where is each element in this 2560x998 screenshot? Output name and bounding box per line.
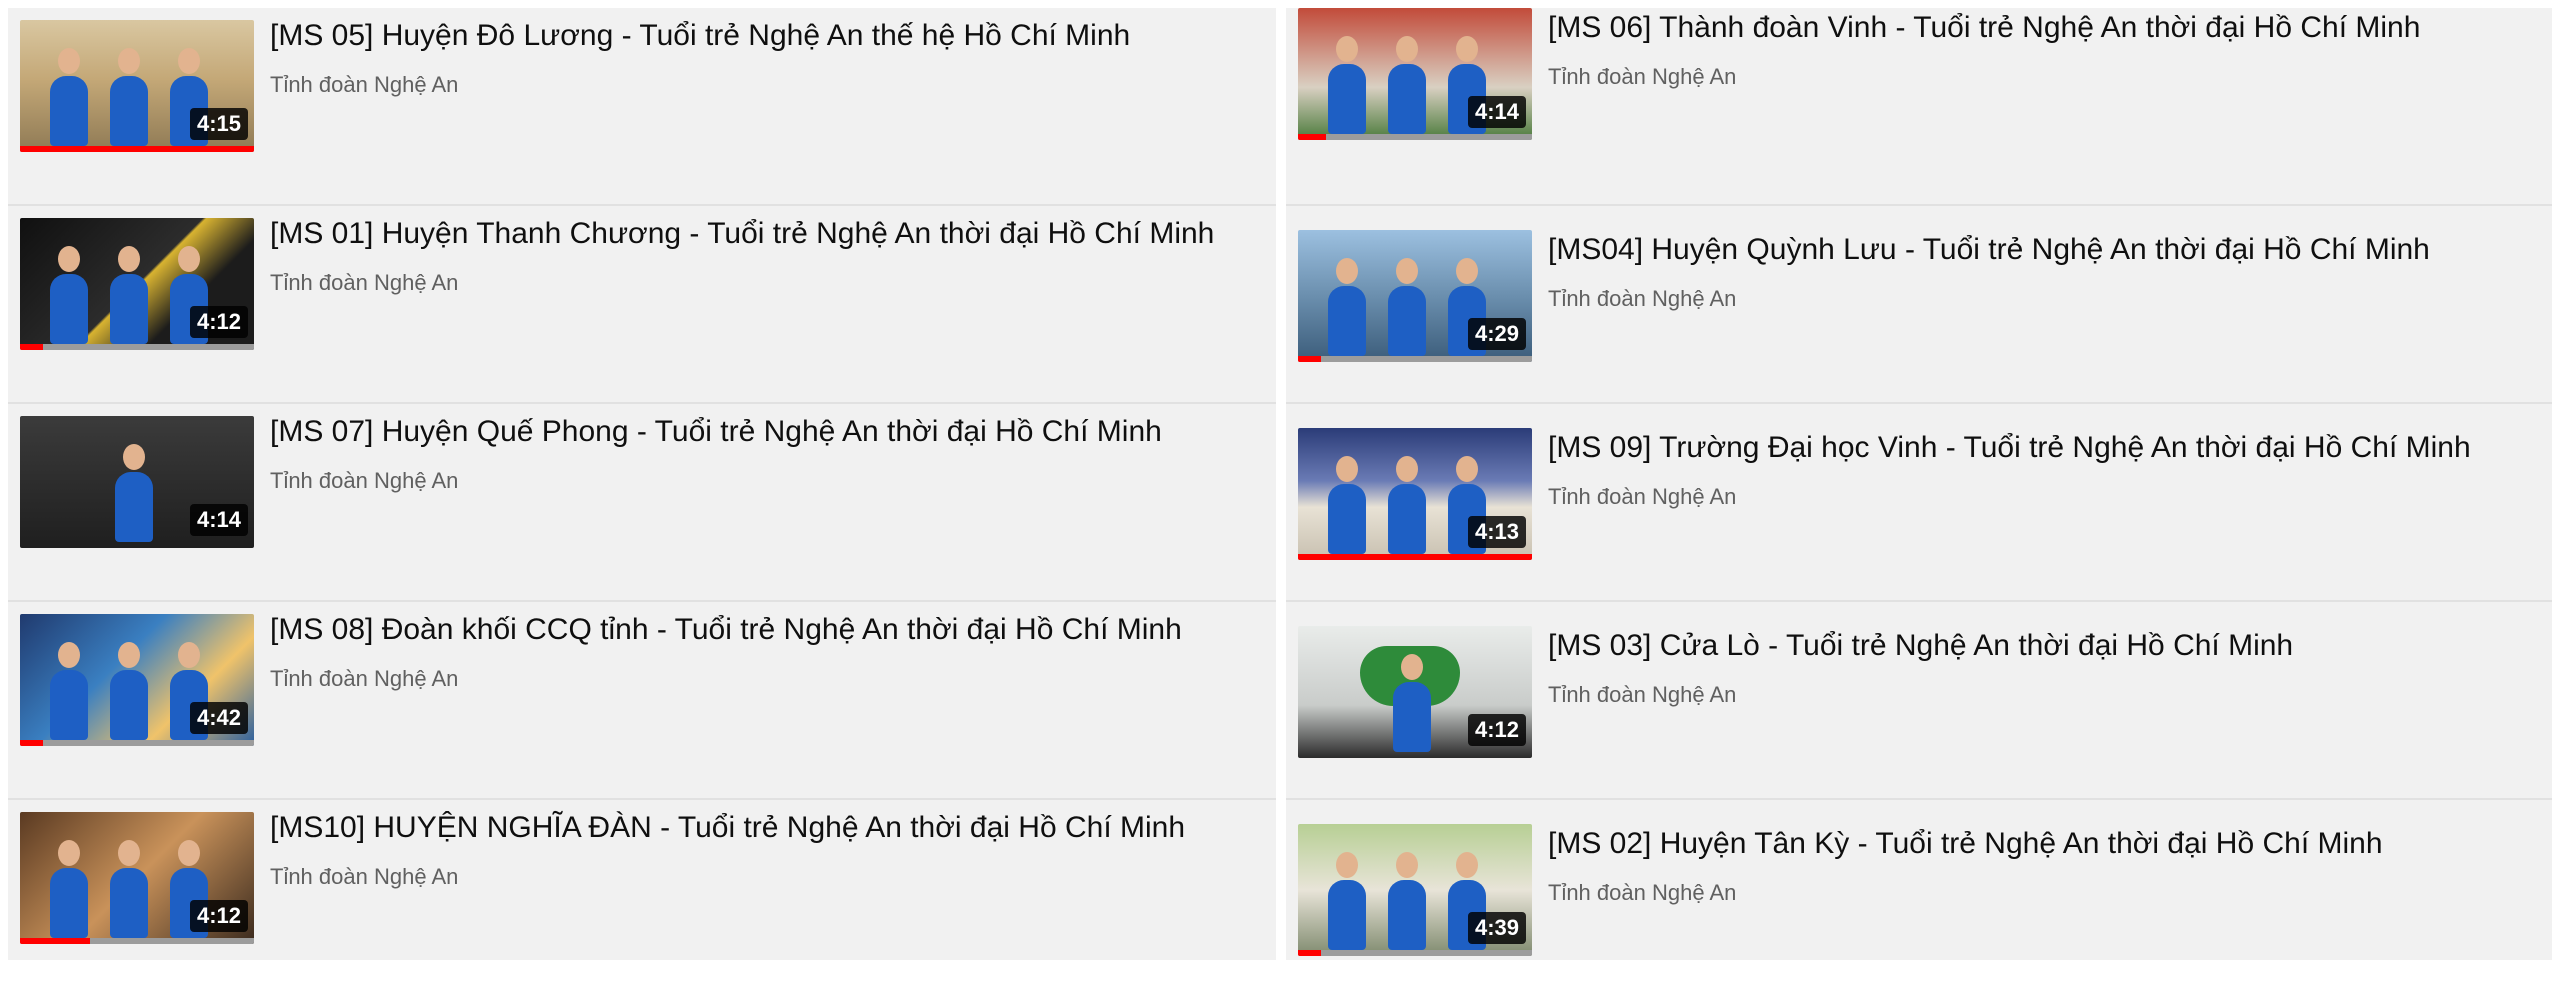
thumbnail-figure — [1388, 36, 1426, 134]
thumbnail-figure — [1393, 654, 1431, 752]
video-title[interactable]: [MS04] Huyện Quỳnh Lưu - Tuổi trẻ Nghệ A… — [1548, 230, 2540, 270]
video-title[interactable]: [MS 08] Đoàn khối CCQ tỉnh - Tuổi trẻ Ng… — [270, 610, 1264, 650]
channel-name[interactable]: Tỉnh đoàn Nghệ An — [1548, 286, 2540, 312]
watch-progress-fill — [20, 146, 254, 152]
video-meta: [MS 03] Cửa Lò - Tuổi trẻ Nghệ An thời đ… — [1548, 626, 2540, 708]
channel-name[interactable]: Tỉnh đoàn Nghệ An — [270, 864, 1264, 890]
watch-progress-bar — [20, 938, 254, 944]
watch-progress-bar — [20, 344, 254, 350]
thumbnail-figure — [1328, 36, 1366, 134]
video-duration: 4:13 — [1467, 516, 1526, 548]
video-duration: 4:14 — [189, 504, 248, 536]
video-duration: 4:14 — [1467, 96, 1526, 128]
watch-progress-fill — [20, 938, 91, 944]
video-thumbnail[interactable]: 4:12 — [20, 218, 254, 350]
video-title[interactable]: [MS 09] Trường Đại học Vinh - Tuổi trẻ N… — [1548, 428, 2540, 468]
video-item[interactable]: 4:42 [MS 08] Đoàn khối CCQ tỉnh - Tuổi tr… — [8, 602, 1276, 800]
video-meta: [MS 01] Huyện Thanh Chương - Tuổi trẻ Ng… — [270, 214, 1264, 296]
thumbnail-figure — [115, 444, 153, 542]
watch-progress-bar — [1298, 356, 1532, 362]
video-thumbnail[interactable]: 4:12 — [20, 812, 254, 944]
video-duration: 4:12 — [189, 306, 248, 338]
thumbnail-figure — [110, 642, 148, 740]
watch-progress-fill — [1298, 554, 1532, 560]
thumbnail-figure — [50, 642, 88, 740]
video-meta: [MS 09] Trường Đại học Vinh - Tuổi trẻ N… — [1548, 428, 2540, 510]
video-duration: 4:29 — [1467, 318, 1526, 350]
channel-name[interactable]: Tỉnh đoàn Nghệ An — [1548, 682, 2540, 708]
video-title[interactable]: [MS 06] Thành đoàn Vinh - Tuổi trẻ Nghệ … — [1548, 8, 2540, 48]
thumbnail-figure — [110, 246, 148, 344]
thumbnail-figure — [1328, 258, 1366, 356]
video-meta: [MS04] Huyện Quỳnh Lưu - Tuổi trẻ Nghệ A… — [1548, 230, 2540, 312]
video-duration: 4:42 — [189, 702, 248, 734]
thumbnail-figure — [110, 48, 148, 146]
video-item[interactable]: 4:29 [MS04] Huyện Quỳnh Lưu - Tuổi trẻ Ng… — [1286, 206, 2552, 404]
channel-name[interactable]: Tỉnh đoàn Nghệ An — [270, 270, 1264, 296]
video-duration: 4:39 — [1467, 912, 1526, 944]
video-thumbnail[interactable]: 4:39 — [1298, 824, 1532, 956]
thumbnail-figure — [1328, 852, 1366, 950]
thumbnail-figure — [1388, 852, 1426, 950]
channel-name[interactable]: Tỉnh đoàn Nghệ An — [270, 666, 1264, 692]
video-thumbnail[interactable]: 4:13 — [1298, 428, 1532, 560]
thumbnail-figure — [50, 840, 88, 938]
thumbnail-figure — [110, 840, 148, 938]
video-title[interactable]: [MS 03] Cửa Lò - Tuổi trẻ Nghệ An thời đ… — [1548, 626, 2540, 666]
video-item[interactable]: 4:12 [MS10] HUYỆN NGHĨA ĐÀN - Tuổi trẻ Ng… — [8, 800, 1276, 998]
video-meta: [MS 06] Thành đoàn Vinh - Tuổi trẻ Nghệ … — [1548, 8, 2540, 90]
video-item[interactable]: 4:12 [MS 03] Cửa Lò - Tuổi trẻ Nghệ An th… — [1286, 602, 2552, 800]
thumbnail-figure — [1388, 258, 1426, 356]
watch-progress-fill — [20, 740, 44, 746]
thumbnail-figure — [50, 48, 88, 146]
watch-progress-bar — [20, 740, 254, 746]
channel-name[interactable]: Tỉnh đoàn Nghệ An — [1548, 880, 2540, 906]
watch-progress-bar — [1298, 134, 1532, 140]
watch-progress-bar — [20, 146, 254, 152]
video-title[interactable]: [MS10] HUYỆN NGHĨA ĐÀN - Tuổi trẻ Nghệ A… — [270, 808, 1264, 848]
channel-name[interactable]: Tỉnh đoàn Nghệ An — [1548, 484, 2540, 510]
video-title[interactable]: [MS 05] Huyện Đô Lương - Tuổi trẻ Nghệ A… — [270, 16, 1264, 56]
channel-name[interactable]: Tỉnh đoàn Nghệ An — [270, 72, 1264, 98]
video-meta: [MS 02] Huyện Tân Kỳ - Tuổi trẻ Nghệ An … — [1548, 824, 2540, 906]
video-thumbnail[interactable]: 4:12 — [1298, 626, 1532, 758]
video-duration: 4:15 — [189, 108, 248, 140]
video-meta: [MS 08] Đoàn khối CCQ tỉnh - Tuổi trẻ Ng… — [270, 610, 1264, 692]
thumbnail-figure — [1388, 456, 1426, 554]
video-meta: [MS 05] Huyện Đô Lương - Tuổi trẻ Nghệ A… — [270, 16, 1264, 98]
thumbnail-figure — [1328, 456, 1366, 554]
video-meta: [MS10] HUYỆN NGHĨA ĐÀN - Tuổi trẻ Nghệ A… — [270, 808, 1264, 890]
video-item[interactable]: 4:14 [MS 06] Thành đoàn Vinh - Tuổi trẻ N… — [1286, 8, 2552, 206]
video-thumbnail[interactable]: 4:29 — [1298, 230, 1532, 362]
video-title[interactable]: [MS 02] Huyện Tân Kỳ - Tuổi trẻ Nghệ An … — [1548, 824, 2540, 864]
watch-progress-fill — [20, 344, 44, 350]
video-item[interactable]: 4:13 [MS 09] Trường Đại học Vinh - Tuổi t… — [1286, 404, 2552, 602]
video-item[interactable]: 4:12 [MS 01] Huyện Thanh Chương - Tuổi tr… — [8, 206, 1276, 404]
video-list-right: 4:14 [MS 06] Thành đoàn Vinh - Tuổi trẻ N… — [1286, 8, 2552, 960]
watch-progress-bar — [1298, 554, 1532, 560]
video-item[interactable]: 4:14 [MS 07] Huyện Quế Phong - Tuổi trẻ N… — [8, 404, 1276, 602]
video-item[interactable]: 4:39 [MS 02] Huyện Tân Kỳ - Tuổi trẻ Nghệ… — [1286, 800, 2552, 998]
video-list-left: 4:15 [MS 05] Huyện Đô Lương - Tuổi trẻ Ng… — [8, 8, 1276, 960]
video-meta: [MS 07] Huyện Quế Phong - Tuổi trẻ Nghệ … — [270, 412, 1264, 494]
channel-name[interactable]: Tỉnh đoàn Nghệ An — [270, 468, 1264, 494]
video-title[interactable]: [MS 01] Huyện Thanh Chương - Tuổi trẻ Ng… — [270, 214, 1264, 254]
channel-name[interactable]: Tỉnh đoàn Nghệ An — [1548, 64, 2540, 90]
video-duration: 4:12 — [1467, 714, 1526, 746]
video-thumbnail[interactable]: 4:14 — [20, 416, 254, 548]
video-title[interactable]: [MS 07] Huyện Quế Phong - Tuổi trẻ Nghệ … — [270, 412, 1264, 452]
video-thumbnail[interactable]: 4:14 — [1298, 8, 1532, 140]
watch-progress-fill — [1298, 950, 1322, 956]
video-thumbnail[interactable]: 4:15 — [20, 20, 254, 152]
watch-progress-fill — [1298, 356, 1322, 362]
video-item[interactable]: 4:15 [MS 05] Huyện Đô Lương - Tuổi trẻ Ng… — [8, 8, 1276, 206]
watch-progress-fill — [1298, 134, 1327, 140]
video-thumbnail[interactable]: 4:42 — [20, 614, 254, 746]
watch-progress-bar — [1298, 950, 1532, 956]
video-duration: 4:12 — [189, 900, 248, 932]
thumbnail-figure — [50, 246, 88, 344]
